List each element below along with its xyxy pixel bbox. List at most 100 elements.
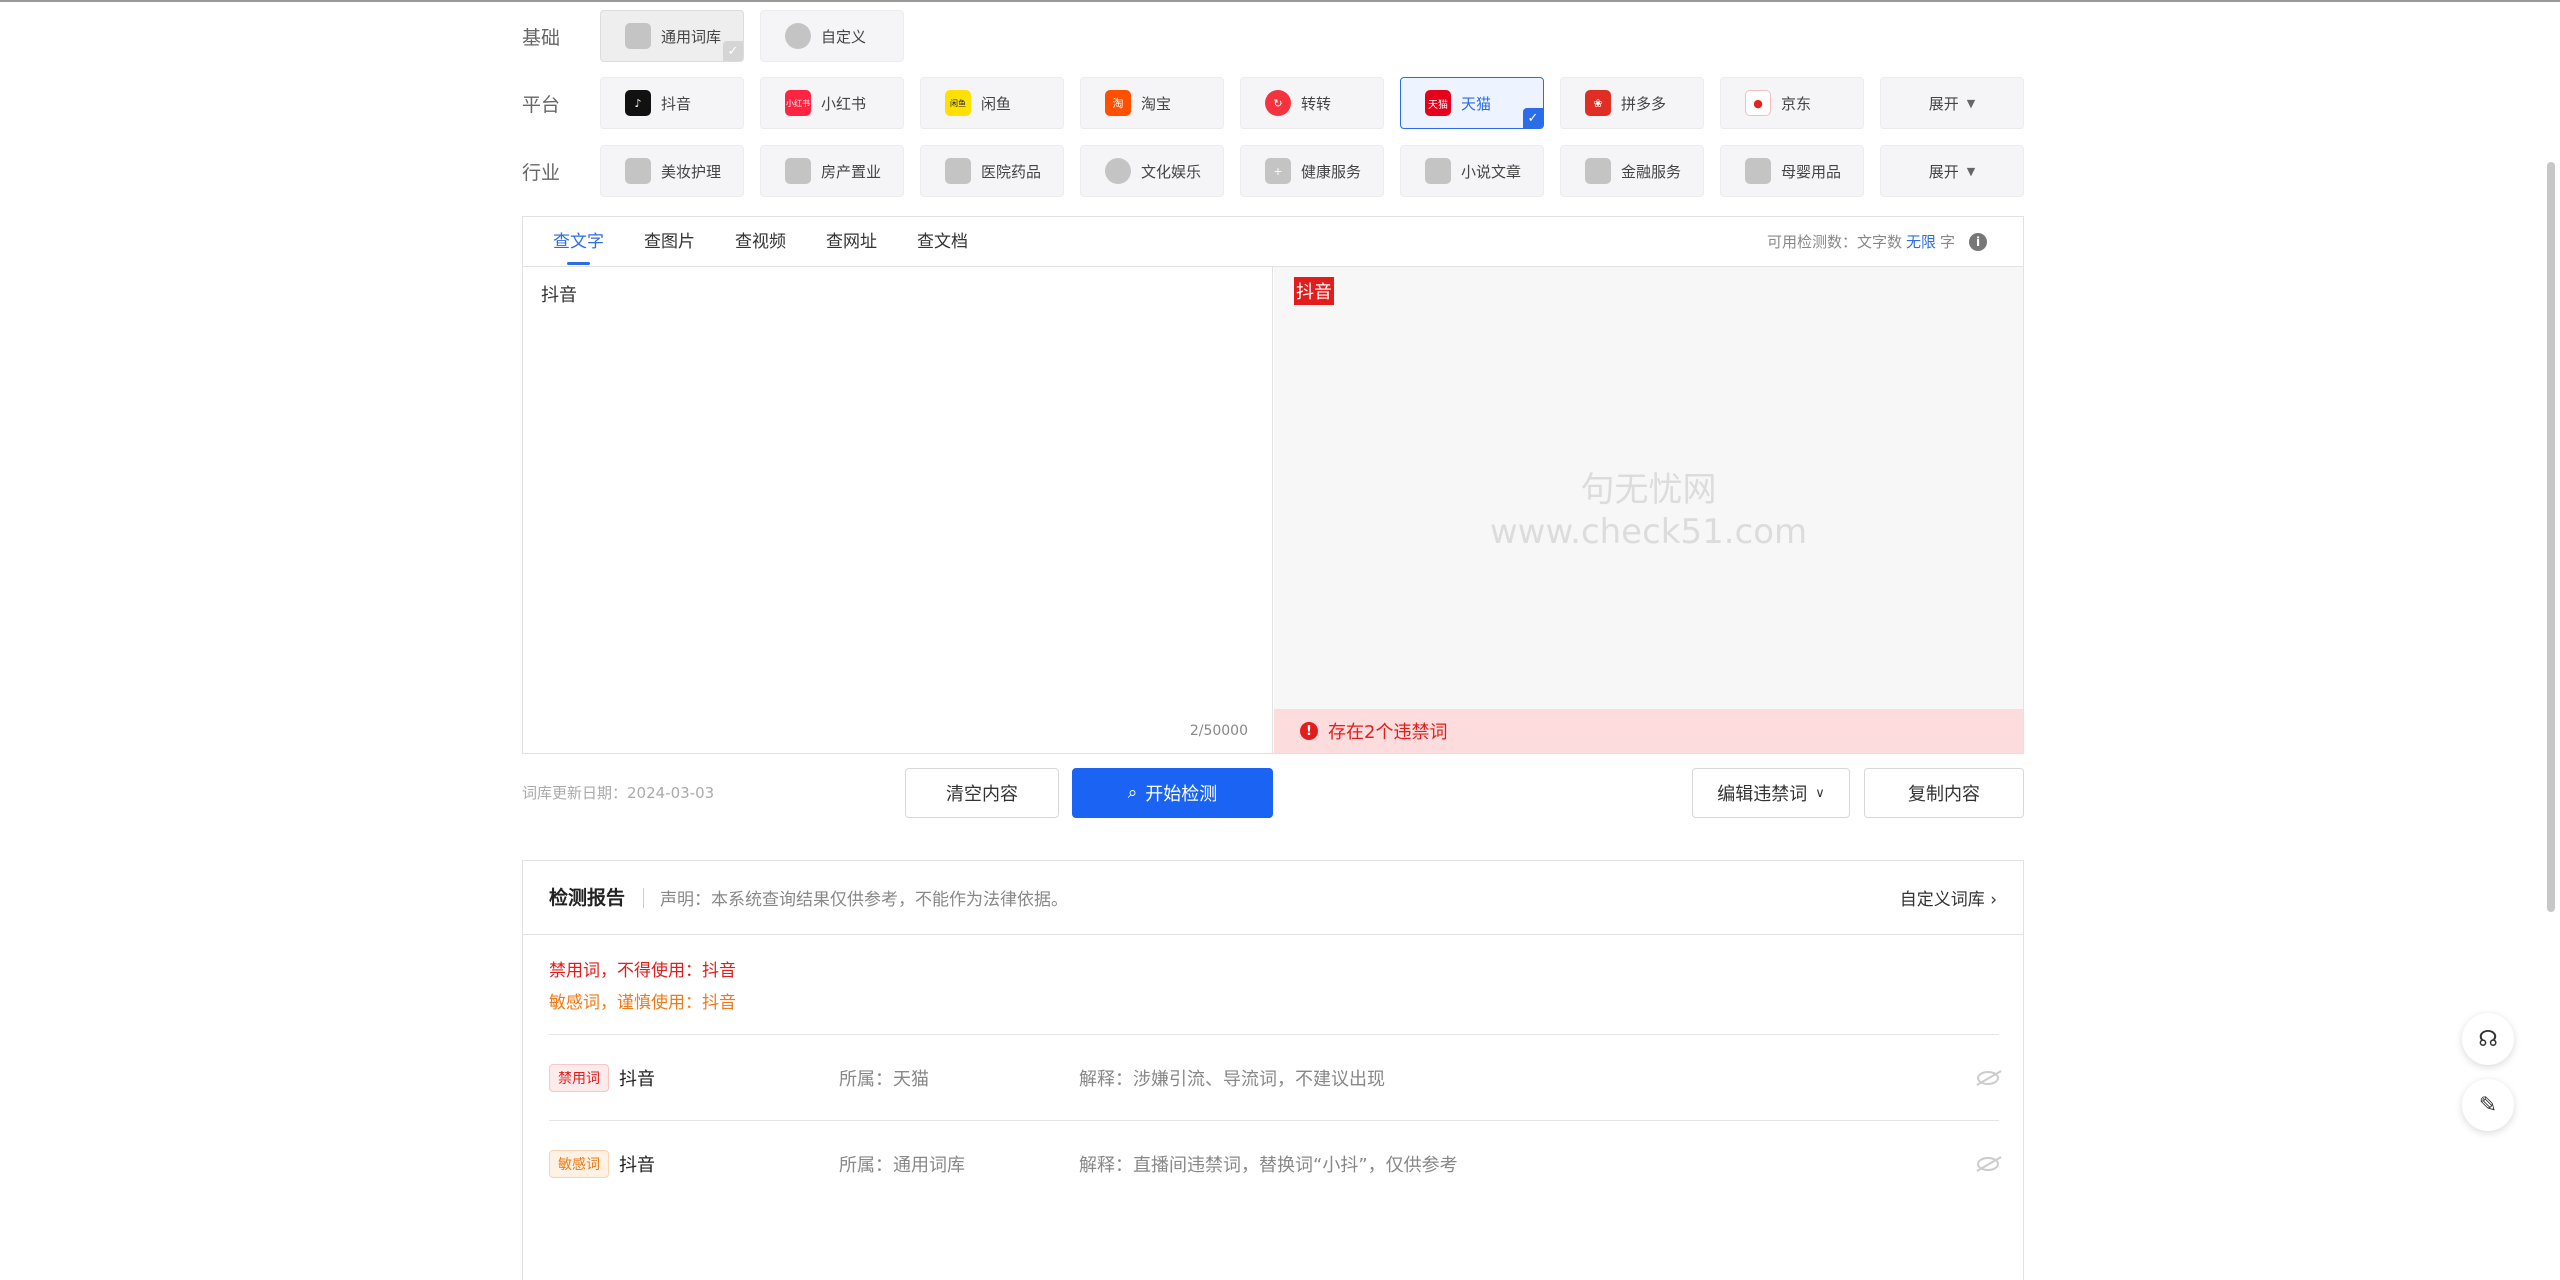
quota-value: 无限: [1905, 233, 1936, 251]
tab-image[interactable]: 查图片: [644, 217, 695, 267]
custom-lexicon-label: 自定义词库: [1899, 890, 1985, 910]
info-icon[interactable]: i: [1969, 232, 1987, 251]
report-word: 抖音: [619, 1068, 655, 1090]
hospital-icon: [945, 158, 971, 184]
report-word: 抖音: [619, 1154, 655, 1176]
zhuanzhuan-icon: ↻: [1265, 90, 1291, 116]
caret-down-icon: ▼: [1966, 96, 1976, 110]
expand-platform-button[interactable]: 展开 ▼: [1880, 77, 2024, 129]
row-label-industry: 行业: [522, 161, 561, 184]
xianyu-icon: 闲鱼: [945, 90, 971, 116]
chip-hospital[interactable]: 医院药品: [920, 145, 1064, 197]
caret-down-icon: ▼: [1966, 164, 1976, 178]
start-label: 开始检测: [1145, 784, 1218, 805]
quota-prefix: 可用检测数：文字数: [1766, 233, 1902, 251]
chip-label: 文化娱乐: [1141, 162, 1202, 181]
customer-service-icon[interactable]: ☊: [2462, 1013, 2514, 1065]
copy-label: 复制内容: [1908, 784, 1980, 805]
chip-zhuanzhuan[interactable]: ↻ 转转: [1240, 77, 1384, 129]
chip-label: 淘宝: [1141, 94, 1172, 113]
user-icon: [785, 23, 811, 49]
chevron-right-icon: ›: [1990, 890, 1997, 910]
highlighted-word: 抖音: [1294, 277, 1334, 305]
search-icon: ⌕: [1127, 783, 1138, 803]
tab-document[interactable]: 查文档: [917, 217, 968, 267]
chip-realestate[interactable]: 房产置业: [760, 145, 904, 197]
edit-banned-words-button[interactable]: 编辑违禁词 ∨: [1692, 768, 1850, 818]
row-label-platform: 平台: [522, 93, 561, 116]
chip-label: 转转: [1301, 94, 1332, 113]
clear-label: 清空内容: [946, 784, 1018, 805]
report-source: 所属：通用词库: [839, 1154, 965, 1176]
chip-health[interactable]: + 健康服务: [1240, 145, 1384, 197]
chip-label: 小红书: [821, 94, 867, 113]
clear-button[interactable]: 清空内容: [905, 768, 1059, 818]
chip-custom[interactable]: 自定义: [760, 10, 904, 62]
chip-baby[interactable]: 母婴用品: [1720, 145, 1864, 197]
chip-jd[interactable]: ● 京东: [1720, 77, 1864, 129]
sensitive-tag: 敏感词: [549, 1149, 609, 1178]
chip-taobao[interactable]: 淘 淘宝: [1080, 77, 1224, 129]
detection-report: 检测报告 声明：本系统查询结果仅供参考，不能作为法律依据。 自定义词库 › 禁用…: [522, 860, 2024, 1280]
report-header: 检测报告 声明：本系统查询结果仅供参考，不能作为法律依据。 自定义词库 ›: [523, 861, 2023, 935]
watermark-url: www.check51.com: [1489, 512, 1808, 552]
eye-off-icon[interactable]: [1977, 1156, 1999, 1171]
summary-banned: 禁用词，不得使用：抖音: [549, 961, 736, 981]
chip-culture[interactable]: 文化娱乐: [1080, 145, 1224, 197]
check-icon: ✓: [723, 41, 743, 61]
book-icon: [1425, 158, 1451, 184]
text-input[interactable]: 抖音: [523, 267, 1272, 753]
start-check-button[interactable]: ⌕ 开始检测: [1072, 768, 1273, 818]
chip-pinduoduo[interactable]: ❀ 拼多多: [1560, 77, 1704, 129]
building-icon: [785, 158, 811, 184]
custom-lexicon-link[interactable]: 自定义词库 ›: [1900, 885, 1997, 910]
chip-label: 医院药品: [981, 162, 1042, 181]
filter-row-platform: 平台 ♪ 抖音 小红书 小红书 闲鱼 闲鱼 淘 淘宝 ↻ 转转 天猫 天猫 ✓ …: [520, 77, 2040, 129]
eye-off-icon[interactable]: [1977, 1070, 1999, 1085]
chip-label: 抖音: [661, 94, 692, 113]
medical-kit-icon: +: [1265, 158, 1291, 184]
tab-bar: 查文字 查图片 查视频 查网址 查文档 可用检测数：文字数 无限 字 i: [523, 217, 2023, 267]
top-border: [0, 0, 2560, 2]
chip-label: 通用词库: [661, 27, 722, 46]
feedback-icon[interactable]: ✎: [2462, 1079, 2514, 1131]
lexicon-updated-date: 词库更新日期：2024-03-03: [522, 784, 715, 802]
xiaohongshu-icon: 小红书: [785, 90, 811, 116]
edit-label: 编辑违禁词: [1717, 784, 1808, 805]
general-lexicon-icon: [625, 23, 651, 49]
beauty-icon: [625, 158, 651, 184]
chip-label: 健康服务: [1301, 162, 1362, 181]
row-label-base: 基础: [522, 26, 561, 49]
copy-button[interactable]: 复制内容: [1864, 768, 2024, 818]
pinduoduo-icon: ❀: [1585, 90, 1611, 116]
report-source: 所属：天猫: [839, 1068, 929, 1090]
chip-label: 金融服务: [1621, 162, 1682, 181]
expand-industry-button[interactable]: 展开 ▼: [1880, 145, 2024, 197]
quota-suffix: 字: [1939, 233, 1955, 251]
chip-novel[interactable]: 小说文章: [1400, 145, 1544, 197]
tab-url[interactable]: 查网址: [826, 217, 877, 267]
chip-beauty[interactable]: 美妆护理: [600, 145, 744, 197]
chip-xianyu[interactable]: 闲鱼 闲鱼: [920, 77, 1064, 129]
filter-row-base: 基础 通用词库 ✓ 自定义: [520, 10, 920, 62]
report-row: 敏感词 抖音 所属：通用词库 解释：直播间违禁词，替换词“小抖”，仅供参考: [549, 1120, 1999, 1206]
summary-sensitive: 敏感词，谨慎使用：抖音: [549, 993, 736, 1013]
chip-label: 闲鱼: [981, 94, 1012, 113]
taobao-icon: 淘: [1105, 90, 1131, 116]
chip-general-lexicon[interactable]: 通用词库 ✓: [600, 10, 744, 62]
filter-row-industry: 行业 美妆护理 房产置业 医院药品 文化娱乐 + 健康服务 小说文章 金融服务 …: [520, 145, 2040, 197]
chip-finance[interactable]: 金融服务: [1560, 145, 1704, 197]
text-editor: 抖音 2/50000: [523, 267, 1273, 753]
char-count: 2/50000: [1189, 723, 1248, 739]
tab-video[interactable]: 查视频: [735, 217, 786, 267]
scrollbar[interactable]: [2547, 162, 2555, 912]
chip-label: 小说文章: [1461, 162, 1522, 181]
tab-text[interactable]: 查文字: [553, 217, 604, 267]
chip-douyin[interactable]: ♪ 抖音: [600, 77, 744, 129]
chip-xiaohongshu[interactable]: 小红书 小红书: [760, 77, 904, 129]
expand-label: 展开: [1928, 94, 1959, 113]
chip-label: 自定义: [821, 27, 867, 46]
quota-info: 可用检测数：文字数 无限 字 i: [1767, 231, 1987, 252]
chip-tmall[interactable]: 天猫 天猫 ✓: [1400, 77, 1544, 129]
watermark-title: 句无忧网: [1580, 470, 1717, 510]
